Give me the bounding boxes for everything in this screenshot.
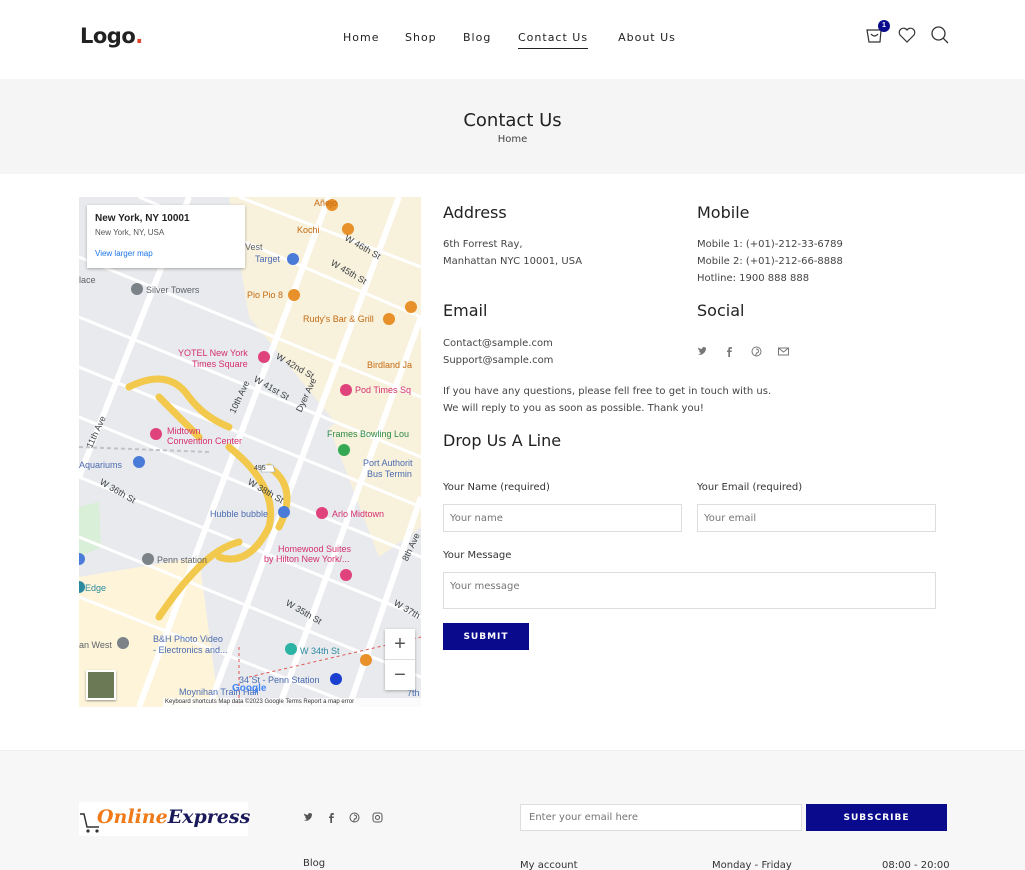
map-place-subtitle: New York, NY, USA xyxy=(95,228,165,237)
map-graphic xyxy=(79,197,421,707)
map-label: Midtown xyxy=(167,426,201,436)
name-label: Your Name (required) xyxy=(443,482,550,493)
map-label: Edge xyxy=(85,583,107,593)
footer-logo[interactable]: OnlineExpress xyxy=(79,802,250,836)
message-textarea[interactable] xyxy=(443,572,936,609)
map-label: Silver Towers xyxy=(146,285,200,295)
map-label: by Hilton New York/... xyxy=(264,554,350,564)
map-label: lace xyxy=(79,275,96,285)
map-label: W 34th St xyxy=(300,646,340,656)
nav-contact-us[interactable]: Contact Us xyxy=(518,31,589,49)
page-title-band: Contact Us Home xyxy=(0,79,1025,174)
wishlist-heart-icon[interactable] xyxy=(897,25,917,45)
map-label: Homewood Suites xyxy=(278,544,352,554)
social-heading: Social xyxy=(697,301,745,320)
zoom-out-button[interactable]: − xyxy=(385,660,415,690)
map-attribution[interactable]: Keyboard shortcuts Map data ©2023 Google… xyxy=(163,698,421,707)
footer-social-icons xyxy=(303,810,383,823)
map-label: Arlo Midtown xyxy=(332,509,385,519)
map-label: Pio Pio 8 xyxy=(247,290,284,300)
pinterest-icon[interactable] xyxy=(349,810,360,823)
message-label: Your Message xyxy=(443,550,512,561)
map-label: Rudy's Bar & Grill xyxy=(303,314,374,324)
google-map[interactable]: Silver Towers Pio Pio 8 Rudy's Bar & Gri… xyxy=(79,197,421,707)
form-heading: Drop Us A Line xyxy=(443,431,562,450)
footer-hours-time: 08:00 - 20:00 xyxy=(882,860,950,870)
map-label: Bus Termin xyxy=(367,469,412,479)
map-label: Hubble bubble xyxy=(210,509,269,519)
map-label: Añejo xyxy=(314,198,338,208)
map-label: YOTEL New York xyxy=(178,348,248,358)
map-label: Birdland Ja xyxy=(367,360,413,370)
map-label: Convention Center xyxy=(167,436,243,446)
social-icons xyxy=(697,344,789,357)
map-label: Kochi xyxy=(297,225,320,235)
map-label: - Electronics and... xyxy=(153,645,228,655)
map-place-card: New York, NY 10001 New York, NY, USA Vie… xyxy=(87,205,245,268)
map-label: 495 xyxy=(254,465,266,472)
cart-icon[interactable]: 1 xyxy=(864,20,890,45)
breadcrumb-home[interactable]: Home xyxy=(0,134,1025,145)
map-label: Target xyxy=(255,254,281,264)
search-icon[interactable] xyxy=(930,25,950,45)
mobile-heading: Mobile xyxy=(697,203,750,222)
footer-link-my-account[interactable]: My account xyxy=(520,860,578,870)
cart-count-badge: 1 xyxy=(878,20,890,32)
zoom-in-button[interactable]: + xyxy=(385,629,415,659)
map-label: Times Square xyxy=(192,359,248,369)
twitter-icon[interactable] xyxy=(697,344,708,355)
footer-link-blog[interactable]: Blog xyxy=(303,858,325,869)
email-text: Contact@sample.com Support@sample.com xyxy=(443,338,554,366)
main-nav: Home Shop Blog Contact Us About Us xyxy=(343,31,688,49)
footer-hours-days: Monday - Friday xyxy=(712,860,792,870)
header-icons: 1 xyxy=(864,20,950,45)
google-logo: Google xyxy=(232,683,267,694)
site-header: Logo. Home Shop Blog Contact Us About Us… xyxy=(0,0,1025,79)
map-satellite-toggle[interactable] xyxy=(86,670,116,700)
site-logo[interactable]: Logo. xyxy=(80,24,143,48)
map-label: Port Authorit xyxy=(363,458,413,468)
nav-home[interactable]: Home xyxy=(343,31,405,49)
mail-icon[interactable] xyxy=(778,344,789,356)
facebook-icon[interactable] xyxy=(326,810,337,823)
name-input[interactable] xyxy=(443,504,682,532)
facebook-icon[interactable] xyxy=(724,344,735,357)
map-label: B&H Photo Video xyxy=(153,634,223,644)
subscribe-button[interactable]: SUBSCRIBE xyxy=(806,804,947,831)
map-label: Frames Bowling Lou xyxy=(327,429,410,439)
instagram-icon[interactable] xyxy=(372,810,383,823)
nav-shop[interactable]: Shop xyxy=(405,31,463,49)
address-text: 6th Forrest Ray, Manhattan NYC 10001, US… xyxy=(443,239,583,267)
contact-note: If you have any questions, please fell f… xyxy=(443,386,772,414)
email-heading: Email xyxy=(443,301,488,320)
twitter-icon[interactable] xyxy=(303,810,314,821)
email-input[interactable] xyxy=(697,504,936,532)
submit-button[interactable]: SUBMIT xyxy=(443,623,529,650)
nav-about-us[interactable]: About Us xyxy=(618,31,688,49)
map-place-title: New York, NY 10001 xyxy=(95,213,190,224)
mobile-text: Mobile 1: (+01)-212-33-6789 Mobile 2: (+… xyxy=(697,239,843,284)
view-larger-map-link[interactable]: View larger map xyxy=(95,249,237,258)
map-label: Aquariums xyxy=(79,460,123,470)
address-heading: Address xyxy=(443,203,507,222)
map-zoom-controls: + − xyxy=(385,629,415,690)
map-label: an West xyxy=(79,640,112,650)
email-label: Your Email (required) xyxy=(697,482,803,493)
map-label: Pod Times Sq xyxy=(355,385,412,395)
nav-blog[interactable]: Blog xyxy=(463,31,518,49)
map-label: Vest xyxy=(245,242,263,252)
map-label: Penn station xyxy=(157,555,208,565)
page-title: Contact Us xyxy=(463,110,562,131)
newsletter-email-input[interactable] xyxy=(520,804,802,831)
pinterest-icon[interactable] xyxy=(751,344,762,357)
